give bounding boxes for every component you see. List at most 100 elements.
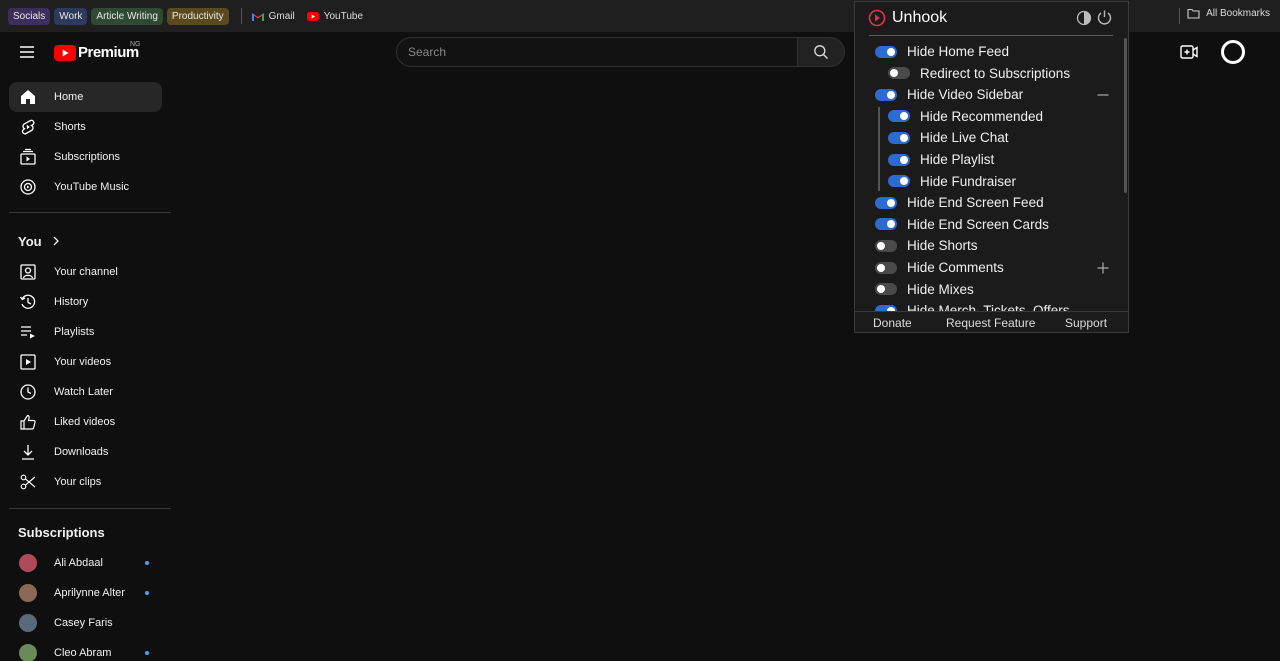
search-button[interactable] xyxy=(797,37,845,67)
sidebar-item-ali-abdaal[interactable]: Ali Abdaal xyxy=(9,548,162,578)
option-hide-video-sidebar[interactable]: Hide Video Sidebar xyxy=(875,84,1023,105)
option-hide-recommended[interactable]: Hide Recommended xyxy=(888,106,1043,127)
expand-plus-icon[interactable] xyxy=(1097,262,1109,274)
sidebar-item-label: Home xyxy=(54,91,84,103)
channel-avatar xyxy=(19,554,37,572)
sidebar-item-your-channel[interactable]: Your channel xyxy=(9,257,162,287)
toggle-switch[interactable] xyxy=(875,218,897,231)
sidebar-item-playlists[interactable]: Playlists xyxy=(9,317,162,347)
toggle-switch[interactable] xyxy=(875,283,897,296)
option-label: Hide Video Sidebar xyxy=(907,87,1024,103)
option-hide-playlist[interactable]: Hide Playlist xyxy=(888,149,994,170)
create-video-icon[interactable] xyxy=(1180,44,1198,60)
unhook-logo-icon xyxy=(868,9,886,27)
unhook-options-list[interactable]: Hide Home Feed Redirect to Subscriptions H… xyxy=(855,41,1123,312)
toggle-switch[interactable] xyxy=(875,88,897,101)
sidebar-item-label: Ali Abdaal xyxy=(54,557,103,569)
sidebar-item-label: Liked videos xyxy=(54,416,116,428)
sidebar-item-downloads[interactable]: Downloads xyxy=(9,437,162,467)
sidebar-item-aprilynne-alter[interactable]: Aprilynne Alter xyxy=(9,578,162,608)
toggle-switch[interactable] xyxy=(875,45,897,58)
option-hide-mixes[interactable]: Hide Mixes xyxy=(875,279,974,300)
youtube-premium-logo[interactable]: Premium xyxy=(54,44,139,61)
toggle-switch[interactable] xyxy=(875,261,897,274)
collapse-minus-icon[interactable] xyxy=(1097,89,1109,101)
bookmark-group-productivity[interactable]: Productivity xyxy=(166,7,229,25)
sidebar: Home Shorts Subscriptions YouTube Music You… xyxy=(0,82,172,661)
sidebar-item-liked-videos[interactable]: Liked videos xyxy=(9,407,162,437)
all-bookmarks-button[interactable]: All Bookmarks xyxy=(1187,8,1270,19)
sidebar-item-label: Shorts xyxy=(54,121,86,133)
channel-avatar xyxy=(19,584,37,602)
sidebar-item-label: Your videos xyxy=(54,356,112,368)
you-heading-label: You xyxy=(18,233,42,249)
sidebar-item-label: Watch Later xyxy=(54,386,113,398)
bookmark-group-work[interactable]: Work xyxy=(54,7,88,25)
folder-icon xyxy=(1187,8,1200,19)
sidebar-item-casey-faris[interactable]: Casey Faris xyxy=(9,608,162,638)
options-scrollbar[interactable] xyxy=(1124,38,1127,193)
option-hide-home-feed[interactable]: Hide Home Feed xyxy=(875,41,1009,62)
sidebar-item-your-videos[interactable]: Your videos xyxy=(9,347,162,377)
sidebar-item-subscriptions[interactable]: Subscriptions xyxy=(9,142,162,172)
bookmark-group-socials[interactable]: Socials xyxy=(8,7,51,25)
option-redirect-to-subscriptions[interactable]: Redirect to Subscriptions xyxy=(888,63,1070,84)
bookmark-youtube[interactable]: YouTube xyxy=(306,10,364,22)
all-bookmarks-label: All Bookmarks xyxy=(1206,8,1270,19)
sidebar-item-label: Your clips xyxy=(54,476,102,488)
support-link[interactable]: Support xyxy=(1065,316,1107,330)
option-hide-live-chat[interactable]: Hide Live Chat xyxy=(888,127,1009,148)
sidebar-item-label: History xyxy=(54,296,89,308)
bookmark-label: YouTube xyxy=(323,10,364,22)
bookmark-groups: Socials Work Article Writing Productivity xyxy=(8,7,233,25)
bookmark-label: Gmail xyxy=(268,10,295,22)
sidebar-subscriptions-heading: Subscriptions xyxy=(18,516,172,548)
option-hide-comments[interactable]: Hide Comments xyxy=(875,257,1004,278)
donate-link[interactable]: Donate xyxy=(873,316,912,330)
chevron-right-icon xyxy=(53,236,59,246)
history-icon xyxy=(19,294,36,309)
sidebar-item-youtube-music[interactable]: YouTube Music xyxy=(9,172,162,202)
request-feature-link[interactable]: Request Feature xyxy=(946,316,1035,330)
sidebar-item-home[interactable]: Home xyxy=(9,82,162,112)
browser-window: Socials Work Article Writing Productivity G… xyxy=(0,0,1280,661)
toggle-switch[interactable] xyxy=(888,175,910,188)
option-hide-shorts[interactable]: Hide Shorts xyxy=(875,235,978,256)
option-label: Hide Home Feed xyxy=(907,44,1010,59)
sidebar-divider xyxy=(9,212,171,213)
bookmark-gmail[interactable]: Gmail xyxy=(251,10,295,22)
scissors-icon xyxy=(20,474,36,490)
toggle-switch[interactable] xyxy=(888,110,910,123)
option-label: Redirect to Subscriptions xyxy=(920,65,1071,81)
theme-toggle-icon[interactable] xyxy=(1076,10,1092,26)
sidebar-you-heading[interactable]: You xyxy=(18,225,172,257)
option-hide-fundraiser[interactable]: Hide Fundraiser xyxy=(888,171,1016,192)
toggle-switch[interactable] xyxy=(888,153,910,166)
sidebar-main-section: Home Shorts Subscriptions YouTube Music xyxy=(0,82,172,202)
toggle-switch[interactable] xyxy=(888,67,910,80)
toggle-switch[interactable] xyxy=(875,239,897,252)
unhook-popup: Unhook Hide Home Feed Redirect to Subscri… xyxy=(854,1,1129,333)
option-hide-end-screen-cards[interactable]: Hide End Screen Cards xyxy=(875,214,1049,235)
region-code: NG xyxy=(130,41,141,48)
account-avatar[interactable] xyxy=(1221,40,1245,64)
sidebar-item-shorts[interactable]: Shorts xyxy=(9,112,162,142)
sidebar-item-cleo-abram[interactable]: Cleo Abram xyxy=(9,638,162,661)
bookmark-group-article-writing[interactable]: Article Writing xyxy=(91,7,163,25)
hamburger-menu-icon[interactable] xyxy=(17,42,37,62)
sidebar-item-watch-later[interactable]: Watch Later xyxy=(9,377,162,407)
option-label: Hide Live Chat xyxy=(920,130,1009,146)
sidebar-item-label: Casey Faris xyxy=(54,617,113,629)
sidebar-item-your-clips[interactable]: Your clips xyxy=(9,467,162,497)
sidebar-item-label: Downloads xyxy=(54,446,109,458)
search-input[interactable] xyxy=(397,38,797,66)
toggle-switch[interactable] xyxy=(888,131,910,144)
sidebar-item-history[interactable]: History xyxy=(9,287,162,317)
channel-avatar xyxy=(19,644,37,661)
power-icon[interactable] xyxy=(1096,9,1113,26)
option-label: Hide End Screen Cards xyxy=(907,216,1049,232)
unhook-header: Unhook xyxy=(855,2,1128,36)
option-hide-end-screen-feed[interactable]: Hide End Screen Feed xyxy=(875,192,1044,213)
toggle-switch[interactable] xyxy=(875,196,897,209)
sub-options-rail xyxy=(878,107,880,191)
